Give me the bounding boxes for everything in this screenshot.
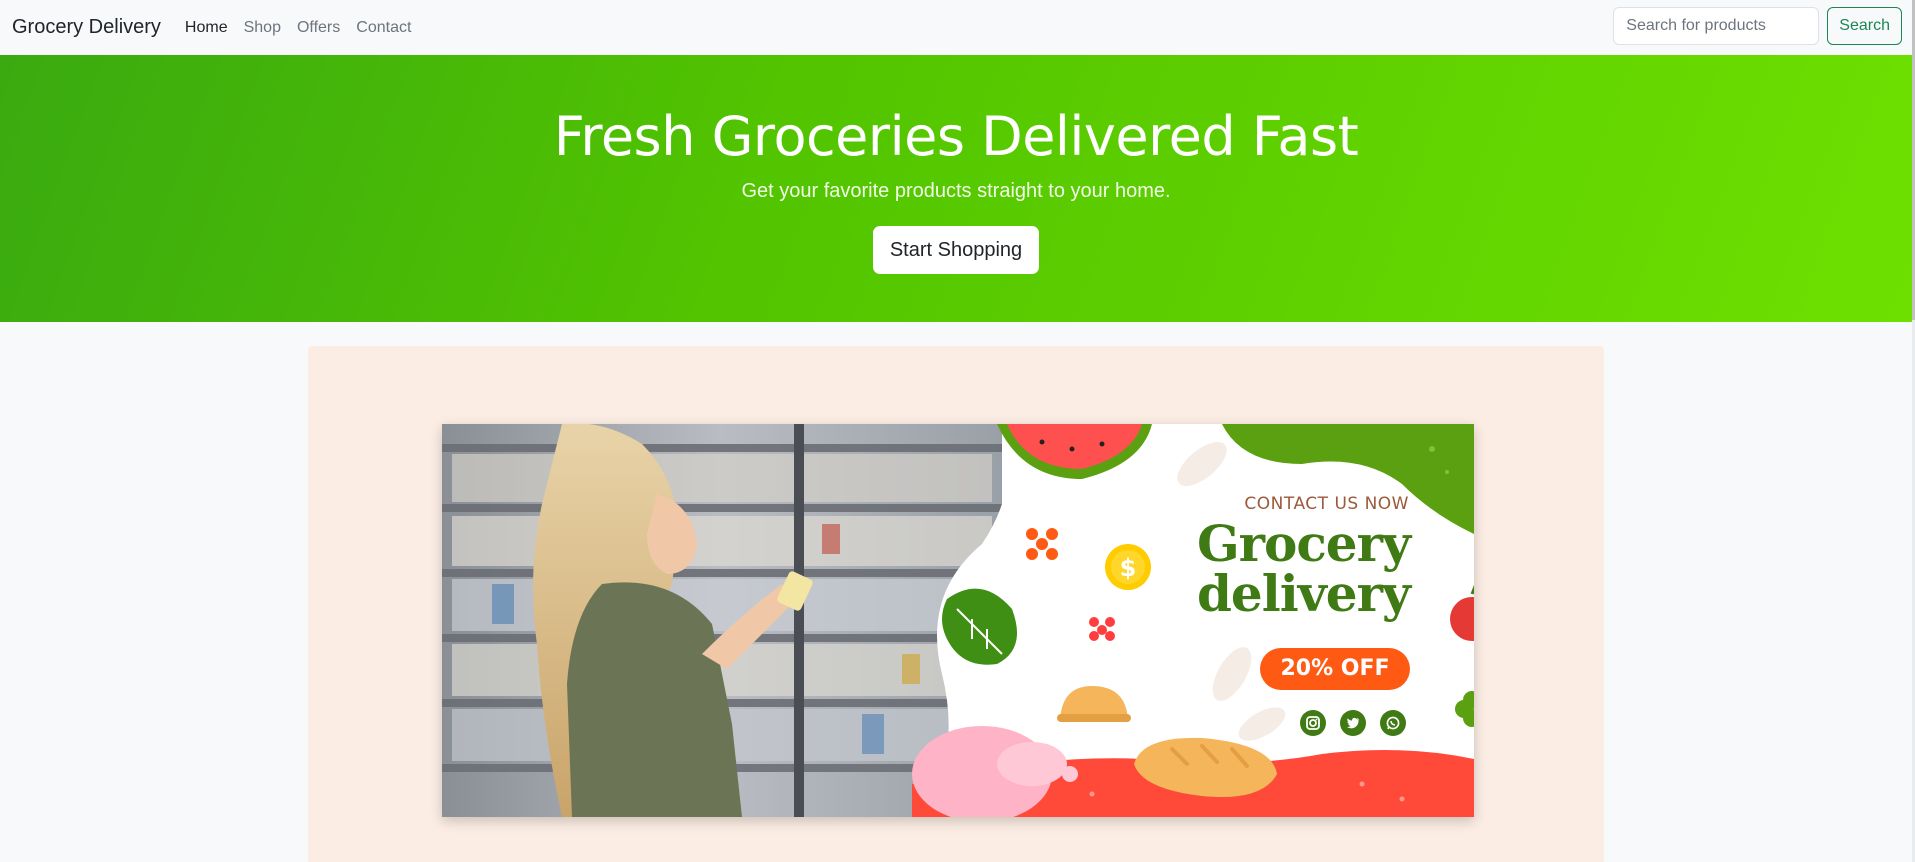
contact-us-text: CONTACT US NOW bbox=[1244, 494, 1409, 514]
nav-links: Home Shop Offers Contact bbox=[185, 19, 411, 37]
banner-title: Grocery delivery bbox=[1196, 514, 1411, 623]
hero-subtitle: Get your favorite products straight to y… bbox=[741, 180, 1171, 202]
nav-link-home[interactable]: Home bbox=[185, 19, 228, 37]
whatsapp-icon bbox=[1380, 710, 1406, 736]
instagram-icon bbox=[1300, 710, 1326, 736]
banner-title-line1: Grocery bbox=[1196, 514, 1411, 573]
twitter-icon bbox=[1340, 710, 1366, 736]
top-navbar: Grocery Delivery Home Shop Offers Contac… bbox=[0, 0, 1912, 55]
banner-title-line2: delivery bbox=[1196, 564, 1411, 623]
social-icons bbox=[1300, 710, 1406, 736]
nav-link-shop[interactable]: Shop bbox=[244, 19, 281, 37]
search-input[interactable] bbox=[1613, 7, 1820, 45]
hero-title: Fresh Groceries Delivered Fast bbox=[553, 105, 1359, 168]
hero-section: Fresh Groceries Delivered Fast Get your … bbox=[0, 55, 1912, 322]
dollar-coin-icon: $ bbox=[1105, 544, 1151, 590]
nav-link-offers[interactable]: Offers bbox=[297, 19, 340, 37]
start-shopping-button[interactable]: Start Shopping bbox=[873, 226, 1039, 274]
promo-banner-image: $ CONTACT US NOW Grocery delivery 20% OF… bbox=[442, 424, 1474, 817]
fridge-door-frame bbox=[794, 424, 804, 817]
discount-badge: 20% OFF bbox=[1260, 648, 1410, 690]
nav-link-contact[interactable]: Contact bbox=[356, 19, 411, 37]
brand-logo[interactable]: Grocery Delivery bbox=[12, 16, 161, 39]
svg-text:$: $ bbox=[1120, 554, 1137, 582]
search-form: Search bbox=[1613, 7, 1902, 45]
search-button[interactable]: Search bbox=[1827, 7, 1902, 45]
